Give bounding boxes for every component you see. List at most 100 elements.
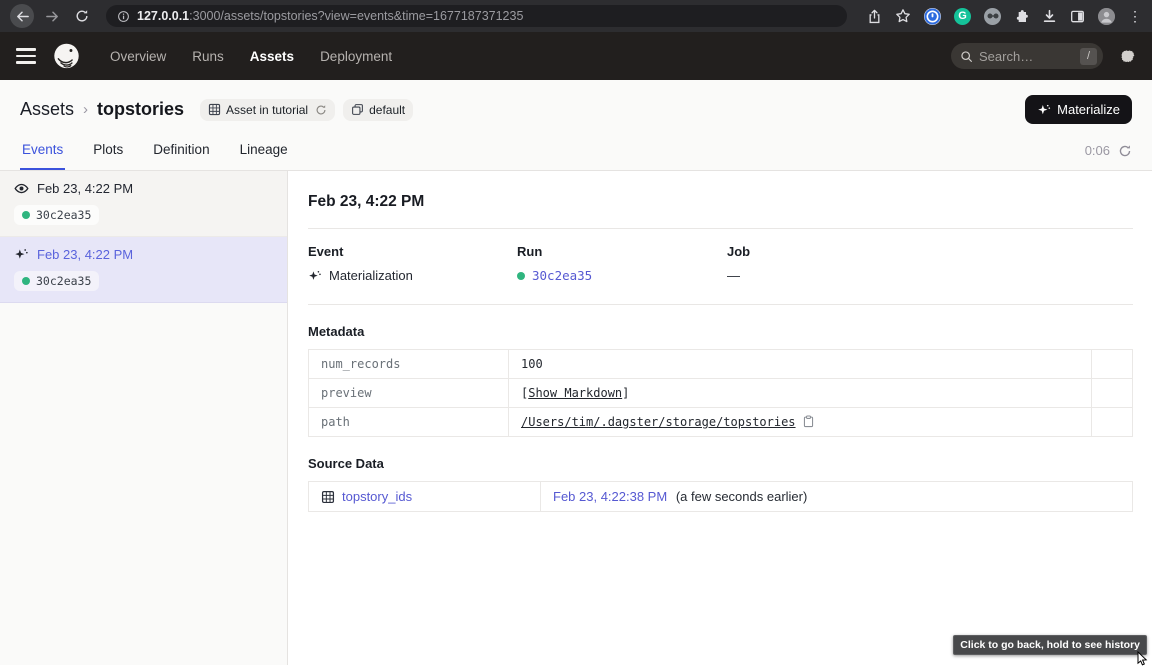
- run-id-link[interactable]: 30c2ea35: [532, 268, 592, 283]
- show-markdown-link[interactable]: Show Markdown: [528, 386, 622, 400]
- hamburger-menu-icon[interactable]: [16, 48, 36, 63]
- browser-reload-button[interactable]: [70, 4, 94, 28]
- nav-item-assets[interactable]: Assets: [250, 49, 294, 64]
- settings-gear-icon[interactable]: [1119, 48, 1136, 65]
- source-time-link[interactable]: Feb 23, 4:22:38 PM: [553, 489, 667, 504]
- metadata-extra-cell: [1092, 408, 1133, 437]
- event-type-value: Materialization: [329, 268, 413, 283]
- event-list-item-observation[interactable]: Feb 23, 4:22 PM 30c2ea35: [0, 171, 287, 237]
- event-timestamp: Feb 23, 4:22 PM: [37, 247, 133, 262]
- eye-icon: [14, 181, 29, 196]
- back-arrow-icon: [15, 9, 30, 24]
- reload-repo-icon[interactable]: [315, 104, 327, 116]
- event-detail-panel: Feb 23, 4:22 PM Event Materialization Ru…: [288, 171, 1152, 665]
- dagster-logo[interactable]: [51, 41, 82, 72]
- table-row: topstory_ids Feb 23, 4:22:38 PM (a few s…: [309, 482, 1133, 512]
- group-copies-icon: [351, 103, 364, 116]
- forward-arrow-icon: [45, 9, 60, 24]
- side-panel-icon[interactable]: [1070, 9, 1085, 24]
- breadcrumb: Assets › topstories Asset in tutorial de…: [0, 80, 1152, 128]
- run-status-dot: [22, 211, 30, 219]
- browser-back-button[interactable]: [10, 4, 34, 28]
- extension-goggles-icon[interactable]: [984, 8, 1001, 25]
- materialize-label: Materialize: [1057, 102, 1120, 117]
- source-data-section-title: Source Data: [308, 456, 1133, 471]
- refresh-timer: 0:06: [1085, 143, 1110, 158]
- event-label: Event: [308, 244, 517, 259]
- app-top-nav: Overview Runs Assets Deployment /: [0, 32, 1152, 80]
- run-id-tag[interactable]: 30c2ea35: [14, 205, 99, 225]
- primary-nav: Overview Runs Assets Deployment: [110, 49, 392, 64]
- run-id-tag[interactable]: 30c2ea35: [14, 271, 99, 291]
- asset-badges: Asset in tutorial default: [200, 99, 413, 121]
- table-row: preview [Show Markdown]: [309, 379, 1133, 408]
- materialize-sparkle-icon: [1037, 103, 1051, 117]
- asset-tabs: Events Plots Definition Lineage 0:06: [0, 128, 1152, 170]
- asset-grid-icon: [208, 103, 221, 116]
- tab-plots[interactable]: Plots: [91, 142, 125, 170]
- browser-forward-button[interactable]: [40, 4, 64, 28]
- job-label: Job: [727, 244, 1133, 259]
- run-status-dot: [517, 272, 525, 280]
- search-input[interactable]: [979, 49, 1074, 64]
- run-status-dot: [22, 277, 30, 285]
- job-value: —: [727, 268, 740, 283]
- url-host: 127.0.0.1: [137, 9, 189, 23]
- global-search[interactable]: /: [951, 43, 1103, 69]
- path-link[interactable]: /Users/tim/.dagster/storage/topstories: [521, 415, 796, 429]
- metadata-value: [Show Markdown]: [509, 379, 1092, 408]
- url-path: :3000/assets/topstories?view=events&time…: [189, 9, 523, 23]
- metadata-section-title: Metadata: [308, 324, 1133, 339]
- address-bar[interactable]: 127.0.0.1:3000/assets/topstories?view=ev…: [106, 5, 847, 27]
- table-row: num_records 100: [309, 350, 1133, 379]
- bracket-close: ]: [622, 386, 629, 400]
- group-badge-label: default: [369, 103, 405, 117]
- copy-clipboard-icon[interactable]: [802, 415, 815, 428]
- breadcrumb-assets-link[interactable]: Assets: [20, 99, 74, 120]
- event-attributes: Event Materialization Run 30c2ea35 Job —: [308, 229, 1133, 305]
- materialization-sparkle-icon: [308, 269, 322, 283]
- metadata-key: num_records: [309, 350, 509, 379]
- tab-lineage[interactable]: Lineage: [238, 142, 290, 170]
- tab-definition[interactable]: Definition: [151, 142, 211, 170]
- source-time-note: (a few seconds earlier): [676, 489, 808, 504]
- browser-menu-icon[interactable]: ⋮: [1128, 8, 1142, 25]
- asset-grid-icon: [321, 490, 335, 504]
- refresh-icon[interactable]: [1118, 144, 1132, 158]
- materialization-sparkle-icon: [14, 247, 29, 262]
- metadata-value: /Users/tim/.dagster/storage/topstories: [509, 408, 1092, 437]
- bookmark-star-icon[interactable]: [895, 8, 911, 24]
- site-info-icon[interactable]: [117, 10, 130, 23]
- repo-badge[interactable]: Asset in tutorial: [200, 99, 335, 121]
- metadata-extra-cell: [1092, 350, 1133, 379]
- tab-events[interactable]: Events: [20, 142, 65, 170]
- asset-page-header: Assets › topstories Asset in tutorial de…: [0, 80, 1152, 171]
- metadata-value: 100: [509, 350, 1092, 379]
- browser-actions: G ⋮: [867, 8, 1142, 25]
- metadata-table: num_records 100 preview [Show Markdown] …: [308, 349, 1133, 437]
- reload-icon: [75, 9, 89, 23]
- nav-item-deployment[interactable]: Deployment: [320, 49, 392, 64]
- event-timestamp: Feb 23, 4:22 PM: [37, 181, 133, 196]
- metadata-extra-cell: [1092, 379, 1133, 408]
- metadata-key: path: [309, 408, 509, 437]
- repo-badge-label: Asset in tutorial: [226, 103, 308, 117]
- run-id-text: 30c2ea35: [36, 274, 91, 288]
- url-text[interactable]: 127.0.0.1:3000/assets/topstories?view=ev…: [137, 9, 523, 23]
- group-badge[interactable]: default: [343, 99, 413, 121]
- run-id-text: 30c2ea35: [36, 208, 91, 222]
- back-button-tooltip: Click to go back, hold to see history: [953, 635, 1147, 655]
- share-icon[interactable]: [867, 9, 882, 24]
- profile-avatar[interactable]: [1098, 8, 1115, 25]
- materialize-button[interactable]: Materialize: [1025, 95, 1132, 124]
- extensions-puzzle-icon[interactable]: [1014, 9, 1029, 24]
- event-list-sidebar: Feb 23, 4:22 PM 30c2ea35 Feb 23, 4:22 PM…: [0, 171, 288, 665]
- extension-grammarly-icon[interactable]: G: [954, 8, 971, 25]
- nav-item-overview[interactable]: Overview: [110, 49, 166, 64]
- downloads-icon[interactable]: [1042, 9, 1057, 24]
- grammarly-letter: G: [958, 10, 967, 22]
- event-list-item-materialization[interactable]: Feb 23, 4:22 PM 30c2ea35: [0, 237, 287, 303]
- source-asset-link[interactable]: topstory_ids: [342, 489, 412, 504]
- nav-item-runs[interactable]: Runs: [192, 49, 224, 64]
- extension-1password-icon[interactable]: [924, 8, 941, 25]
